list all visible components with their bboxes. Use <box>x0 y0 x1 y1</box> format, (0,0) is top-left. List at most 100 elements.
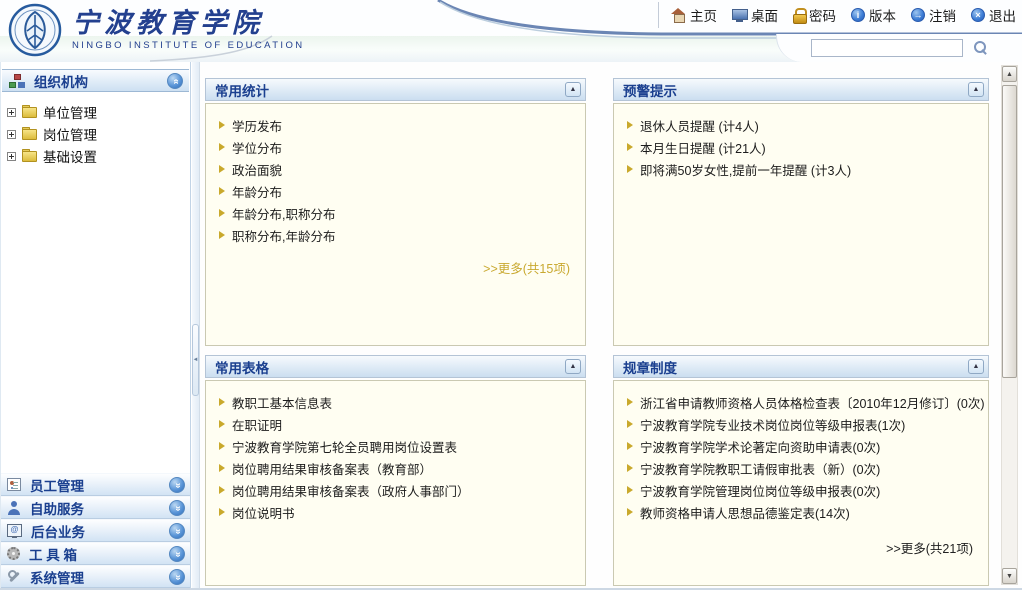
expand-plus-icon[interactable] <box>7 152 16 161</box>
panel-list-item[interactable]: 岗位聘用结果审核备案表（教育部） <box>219 457 573 479</box>
search-area <box>776 34 1022 62</box>
panel-header: 规章制度 <box>613 355 989 378</box>
logout-icon <box>911 8 925 22</box>
panel-alerts: 预警提示 退休人员提醒 (计4人) 本月生日提醒 (计21人) 即将满50岁女性… <box>613 78 989 346</box>
accordion-item[interactable]: 员工管理 <box>1 473 190 496</box>
panel-title: 常用表格 <box>215 357 565 377</box>
bullet-triangle-icon <box>627 464 633 472</box>
panel-body: 学历发布 学位分布 政治面貌 年龄分布 年龄分布,职称分布 职称分布,年龄分布 <box>205 103 586 346</box>
logo-emblem-icon <box>8 3 62 57</box>
bullet-triangle-icon <box>219 508 225 516</box>
main-panel-area: 常用统计 学历发布 学位分布 政治面貌 年龄分布 年龄分布,职称分布 职称分布,… <box>200 62 1022 588</box>
bullet-triangle-icon <box>627 420 633 428</box>
logo-subtitle: NINGBO INSTITUTE OF EDUCATION <box>72 40 305 51</box>
exit-icon <box>971 8 985 22</box>
panel-list-item[interactable]: 岗位聘用结果审核备案表（政府人事部门） <box>219 479 573 501</box>
bullet-triangle-icon <box>627 508 633 516</box>
top-menu-item[interactable]: 注销 <box>911 5 956 25</box>
folder-icon <box>22 128 37 140</box>
header: 宁波教育学院 NINGBO INSTITUTE OF EDUCATION 主页 … <box>0 0 1022 62</box>
panel-list-item[interactable]: 学位分布 <box>219 136 573 158</box>
panel-collapse-button[interactable] <box>565 359 581 374</box>
panel-title: 规章制度 <box>623 357 968 377</box>
folder-icon <box>22 150 37 162</box>
sidebar: 组织机构 单位管理 岗位管理 基础设置 员工管理 自助服务 后台业务 工 具 箱… <box>0 62 191 588</box>
panel-title: 常用统计 <box>215 80 565 100</box>
more-link[interactable]: >>更多(共15项) <box>483 258 570 277</box>
expand-down-button[interactable] <box>169 569 185 585</box>
panel-stats: 常用统计 学历发布 学位分布 政治面貌 年龄分布 年龄分布,职称分布 职称分布,… <box>205 78 586 346</box>
scrollbar-thumb[interactable] <box>1002 85 1017 378</box>
bullet-triangle-icon <box>627 165 633 173</box>
chevron-up-icon <box>170 78 180 83</box>
more-link[interactable]: >>更多(共21项) <box>886 538 973 557</box>
panel-list-item[interactable]: 岗位说明书 <box>219 501 573 523</box>
panel-collapse-button[interactable] <box>565 82 581 97</box>
chevron-down-icon <box>172 574 182 579</box>
top-menu-item[interactable]: 主页 <box>671 5 717 25</box>
expand-plus-icon[interactable] <box>7 130 16 139</box>
panel-collapse-button[interactable] <box>968 359 984 374</box>
collapse-up-button[interactable] <box>167 73 183 89</box>
panel-list-item[interactable]: 在职证明 <box>219 413 573 435</box>
scroll-up-button[interactable] <box>1002 66 1017 82</box>
expand-plus-icon[interactable] <box>7 108 16 117</box>
panel-list-item[interactable]: 本月生日提醒 (计21人) <box>627 136 976 158</box>
expand-down-button[interactable] <box>169 523 185 539</box>
scroll-down-button[interactable] <box>1002 568 1017 584</box>
panel-list-item[interactable]: 年龄分布,职称分布 <box>219 202 573 224</box>
panel-list-item[interactable]: 宁波教育学院教职工请假审批表（新）(0次) <box>627 457 976 479</box>
panel-header: 常用统计 <box>205 78 586 101</box>
bullet-triangle-icon <box>219 209 225 217</box>
panel-list-item[interactable]: 政治面貌 <box>219 158 573 180</box>
panel-list-item[interactable]: 宁波教育学院专业技术岗位岗位等级申报表(1次) <box>627 413 976 435</box>
bullet-triangle-icon <box>219 464 225 472</box>
panel-list-item[interactable]: 学历发布 <box>219 114 573 136</box>
system-icon <box>7 570 21 584</box>
expand-down-button[interactable] <box>169 546 185 562</box>
panel-list-item[interactable]: 即将满50岁女性,提前一年提醒 (计3人) <box>627 158 976 180</box>
top-menu-item[interactable]: 桌面 <box>732 5 778 25</box>
panel-body: 退休人员提醒 (计4人) 本月生日提醒 (计21人) 即将满50岁女性,提前一年… <box>613 103 989 346</box>
sidebar-panel-organization[interactable]: 组织机构 <box>2 69 189 92</box>
accordion-item[interactable]: 后台业务 <box>1 519 190 542</box>
search-icon[interactable] <box>973 40 989 56</box>
org-tree: 单位管理 岗位管理 基础设置 <box>7 101 190 167</box>
panel-list-item[interactable]: 年龄分布 <box>219 180 573 202</box>
bullet-triangle-icon <box>627 442 633 450</box>
accordion-item[interactable]: 工 具 箱 <box>1 542 190 565</box>
chevron-down-icon <box>172 528 182 533</box>
panel-list-item[interactable]: 宁波教育学院管理岗位岗位等级申报表(0次) <box>627 479 976 501</box>
tree-item[interactable]: 单位管理 <box>7 101 190 123</box>
panel-list-item[interactable]: 浙江省申请教师资格人员体格检查表〔2010年12月修订〕(0次) <box>627 391 976 413</box>
top-menu-item[interactable]: 密码 <box>793 5 836 25</box>
expand-down-button[interactable] <box>169 500 185 516</box>
sidebar-accordion: 员工管理 自助服务 后台业务 工 具 箱 系统管理 <box>1 473 190 588</box>
top-menu-item[interactable]: 版本 <box>851 5 896 25</box>
sidebar-panel-title: 组织机构 <box>34 71 167 91</box>
top-menu-item[interactable]: 退出 <box>971 5 1016 25</box>
panel-list-item[interactable]: 退休人员提醒 (计4人) <box>627 114 976 136</box>
splitter <box>192 62 200 588</box>
panel-collapse-button[interactable] <box>968 82 984 97</box>
panel-title: 预警提示 <box>623 80 968 100</box>
panel-list-item[interactable]: 宁波教育学院第七轮全员聘用岗位设置表 <box>219 435 573 457</box>
accordion-item[interactable]: 系统管理 <box>1 565 190 588</box>
bullet-triangle-icon <box>219 231 225 239</box>
search-input[interactable] <box>811 39 963 57</box>
panel-list-item[interactable]: 教师资格申请人思想品德鉴定表(14次) <box>627 501 976 523</box>
bullet-triangle-icon <box>627 121 633 129</box>
accordion-item[interactable]: 自助服务 <box>1 496 190 519</box>
expand-down-button[interactable] <box>169 477 185 493</box>
tree-item[interactable]: 基础设置 <box>7 145 190 167</box>
panel-list-item[interactable]: 教职工基本信息表 <box>219 391 573 413</box>
self-service-icon <box>7 501 21 515</box>
orgchart-icon <box>9 74 25 88</box>
lock-icon <box>793 8 805 22</box>
panel-list-item[interactable]: 宁波教育学院学术论著定向资助申请表(0次) <box>627 435 976 457</box>
desktop-icon <box>732 9 747 22</box>
tree-item[interactable]: 岗位管理 <box>7 123 190 145</box>
panel-list-item[interactable]: 职称分布,年龄分布 <box>219 224 573 246</box>
splitter-collapse-handle[interactable] <box>192 324 199 396</box>
bullet-triangle-icon <box>219 398 225 406</box>
